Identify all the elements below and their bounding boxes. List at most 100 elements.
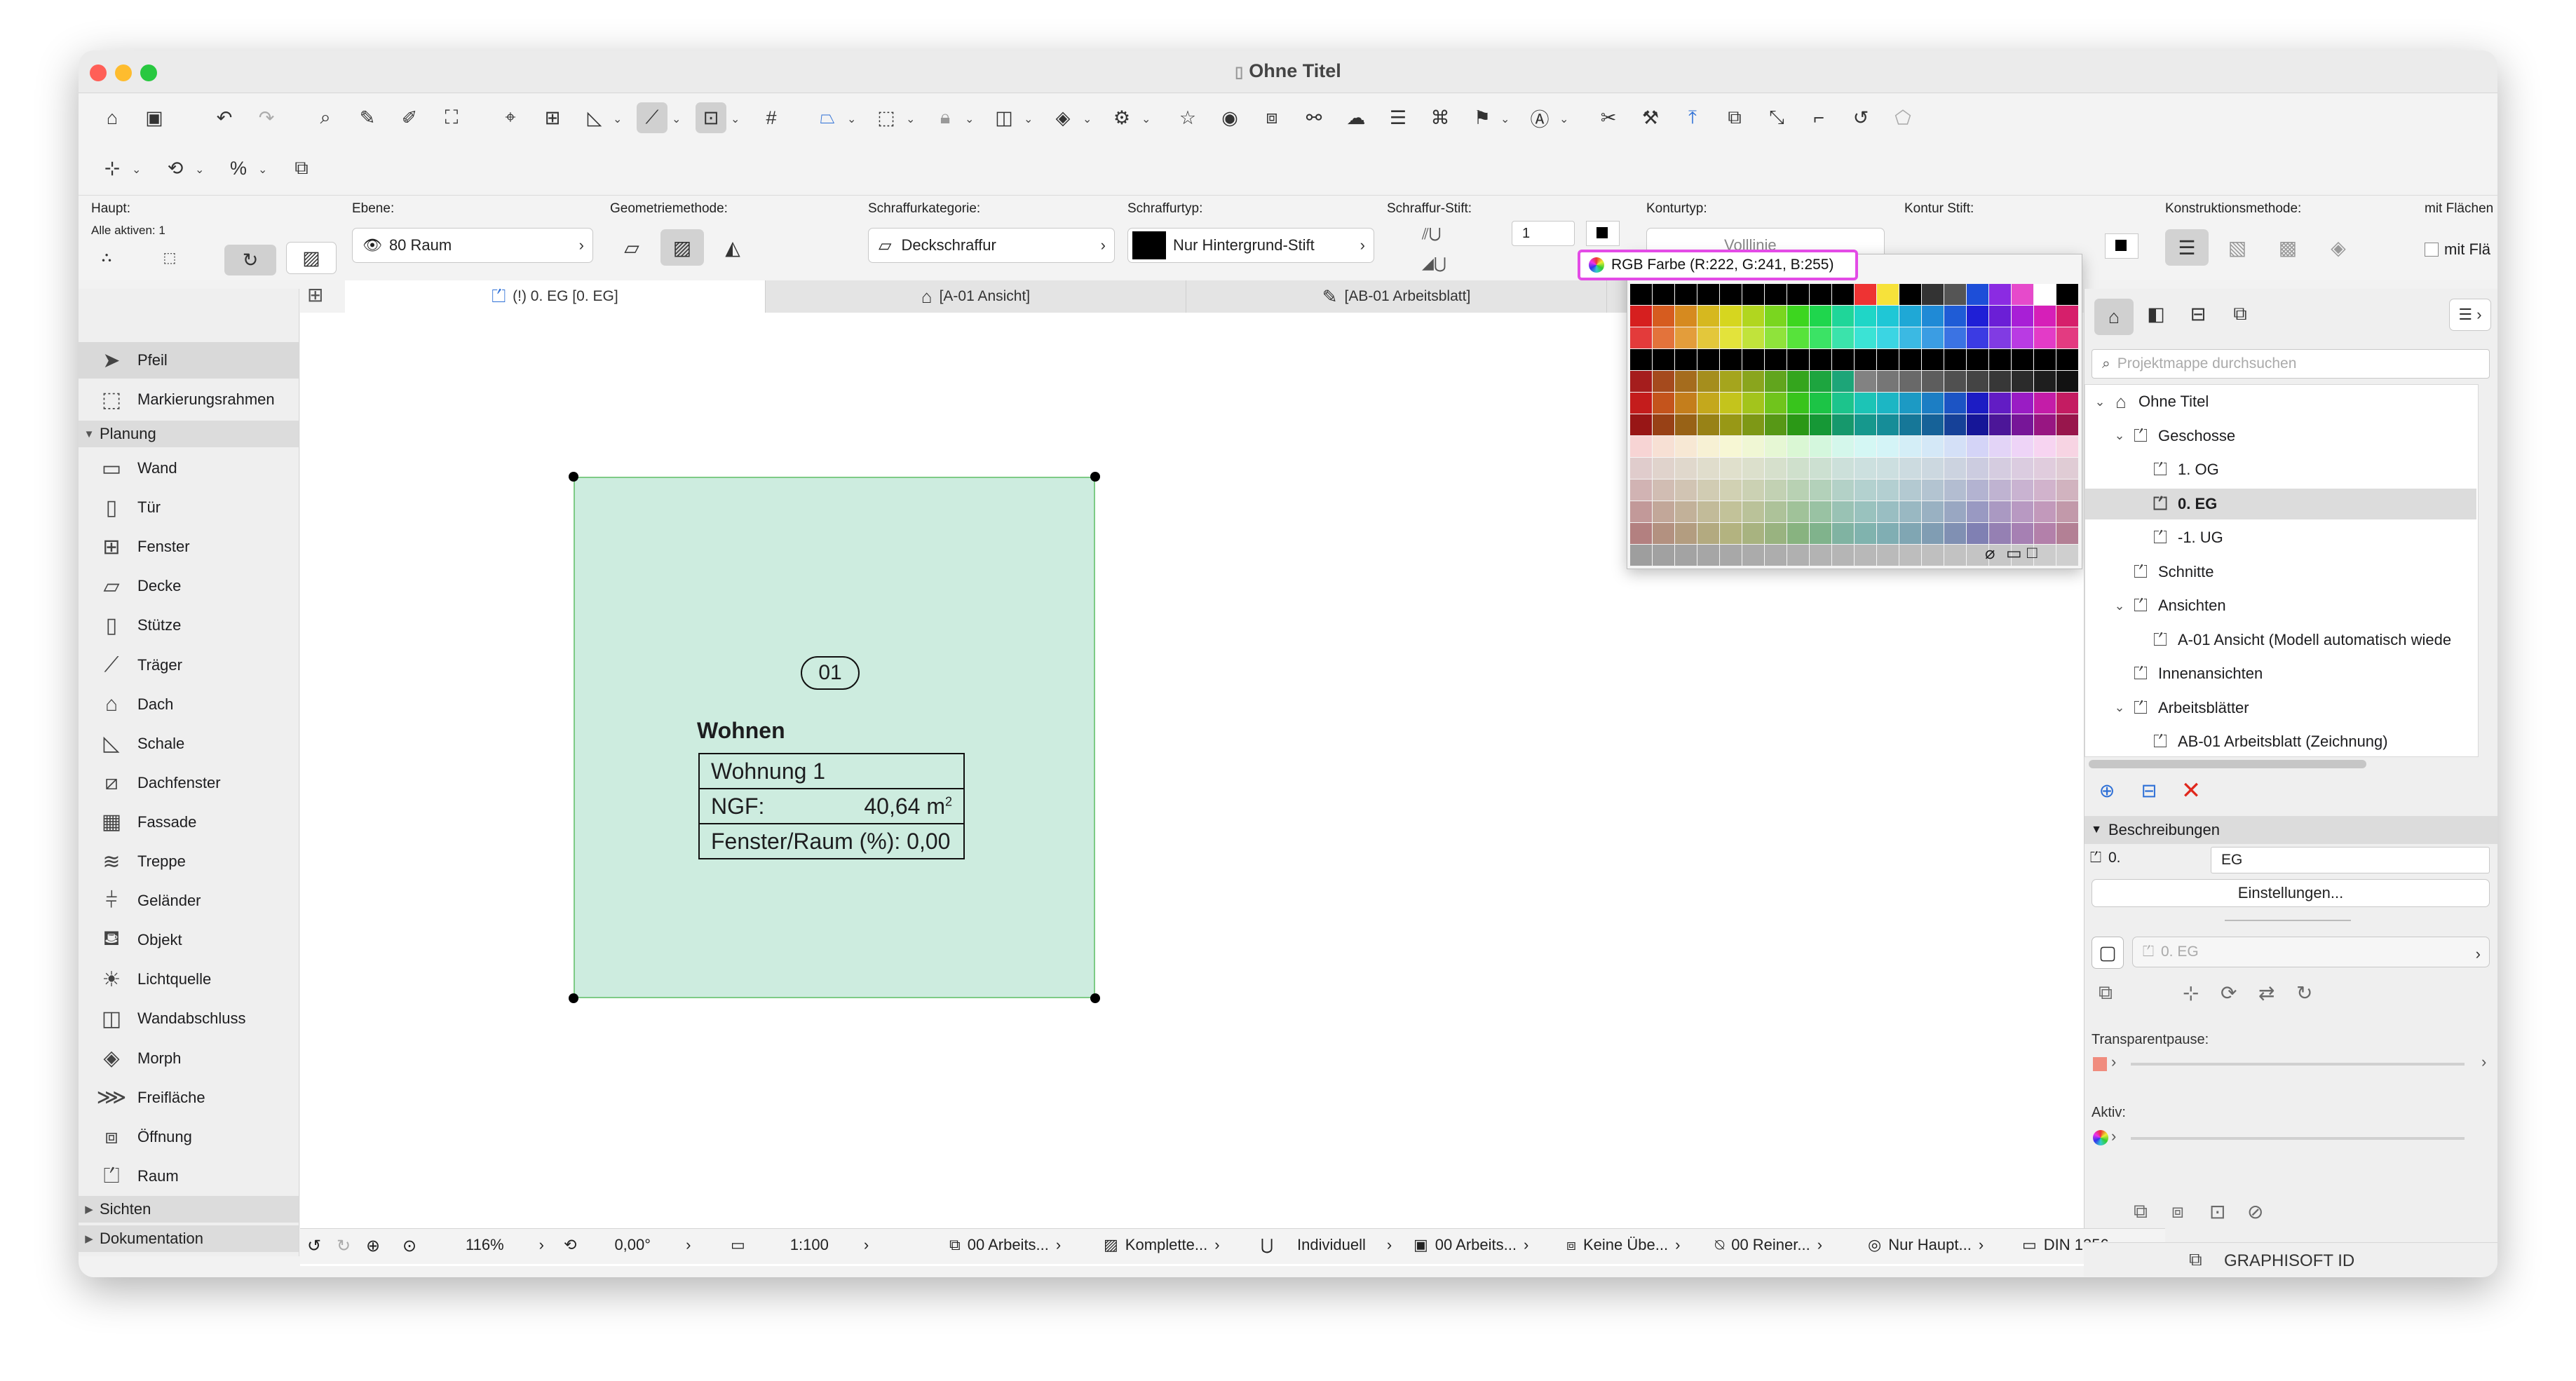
color-swatch[interactable] [1720, 545, 1742, 566]
angle-field[interactable]: ⟲ 0,00° › [564, 1236, 691, 1254]
color-swatch[interactable] [2012, 349, 2033, 370]
color-swatch[interactable] [1630, 393, 1652, 414]
color-swatch[interactable] [1922, 414, 1944, 435]
color-swatch[interactable] [1653, 523, 1674, 544]
color-swatch[interactable] [1989, 306, 2011, 327]
color-swatch[interactable] [1855, 436, 1876, 457]
color-swatch[interactable] [1653, 393, 1674, 414]
trace-slider[interactable] [2131, 1063, 2465, 1066]
inject-icon[interactable]: ✐ [394, 102, 425, 133]
tab-elevation[interactable]: ⌂ [A-01 Ansicht] [766, 280, 1186, 313]
color-swatch[interactable] [1855, 371, 1876, 392]
color-swatch[interactable] [1630, 436, 1652, 457]
color-swatch[interactable] [1810, 393, 1831, 414]
color-swatch[interactable] [1653, 458, 1674, 479]
redo-icon[interactable]: ↷ [251, 102, 282, 133]
color-swatch[interactable] [1720, 479, 1742, 501]
suspend-groups-icon[interactable]: ⬚ [871, 102, 902, 133]
color-swatch[interactable] [2056, 393, 2078, 414]
color-swatch[interactable] [1877, 327, 1899, 348]
color-swatch[interactable] [1989, 349, 2011, 370]
color-swatch[interactable] [2034, 458, 2056, 479]
show-elements-icon[interactable]: ⊹ [2183, 981, 2199, 1005]
color-swatch[interactable] [1630, 523, 1652, 544]
tree-scrollbar[interactable] [2089, 760, 2366, 768]
section-dokumentation[interactable]: ▶ Dokumentation [79, 1225, 299, 1252]
color-swatch[interactable] [1899, 284, 1921, 305]
color-swatch[interactable] [2056, 306, 2078, 327]
color-swatch[interactable] [1675, 393, 1697, 414]
color-swatch[interactable] [2034, 414, 2056, 435]
color-swatch[interactable] [1742, 545, 1764, 566]
tree-item[interactable]: ⏍ Schnitte [2085, 557, 2476, 587]
schedule-icon[interactable]: ☰ [1383, 102, 1414, 133]
color-swatch[interactable] [1765, 458, 1787, 479]
navigator-menu-icon[interactable]: ☰ › [2449, 299, 2491, 331]
color-swatch[interactable] [1855, 306, 1876, 327]
geometry-rectangle-icon[interactable]: ▨ [660, 229, 704, 266]
color-swatch[interactable] [1787, 458, 1809, 479]
active-color-icon[interactable] [2093, 1130, 2108, 1145]
chevron-down-icon[interactable]: ⌄ [195, 163, 204, 177]
trace-option-4-icon[interactable]: ⊘ [2247, 1200, 2263, 1223]
color-swatch[interactable] [1810, 436, 1831, 457]
color-swatch[interactable] [1922, 479, 1944, 501]
color-swatch[interactable] [1877, 501, 1899, 522]
percent-icon[interactable]: % [223, 153, 254, 184]
model-view-field[interactable]: ▣ 00 Arbeits... › [1414, 1236, 1528, 1254]
color-swatch[interactable] [1653, 545, 1674, 566]
color-swatch[interactable] [1720, 523, 1742, 544]
color-swatch[interactable] [1787, 393, 1809, 414]
color-swatch[interactable] [1967, 327, 1988, 348]
color-swatch[interactable] [1765, 327, 1787, 348]
chevron-right-icon[interactable]: › [2481, 1053, 2486, 1071]
chevron-down-icon[interactable]: ⌄ [258, 163, 267, 177]
tool-freifläche[interactable]: ⋙ Freifläche [79, 1080, 299, 1116]
chevron-down-icon[interactable]: ⌄ [672, 112, 681, 126]
color-swatch[interactable] [1877, 371, 1899, 392]
tool-dachfenster[interactable]: ⧄ Dachfenster [79, 765, 299, 801]
color-swatch[interactable] [1630, 349, 1652, 370]
color-swatch[interactable] [2012, 393, 2033, 414]
color-swatch[interactable] [1944, 545, 1966, 566]
color-swatch[interactable] [1630, 414, 1652, 435]
save-icon[interactable]: ▣ [139, 102, 170, 133]
color-swatch[interactable] [1832, 284, 1854, 305]
color-swatch[interactable] [1765, 349, 1787, 370]
chevron-down-icon[interactable]: ⌄ [1024, 112, 1033, 126]
tree-item[interactable]: ⏍ Innenansichten [2085, 658, 2476, 689]
color-swatch[interactable] [1967, 371, 1988, 392]
refresh-view-icon[interactable]: ↻ [2296, 981, 2312, 1005]
work-plane-icon[interactable]: ⏢ [812, 102, 843, 133]
color-swatch[interactable] [1944, 393, 1966, 414]
color-swatch[interactable] [1787, 414, 1809, 435]
color-swatch[interactable] [1765, 284, 1787, 305]
color-swatch[interactable] [1922, 371, 1944, 392]
color-swatch[interactable] [2012, 327, 2033, 348]
color-swatch[interactable] [2012, 436, 2033, 457]
color-swatch[interactable] [1742, 501, 1764, 522]
chevron-down-icon[interactable]: ⌄ [2110, 700, 2129, 715]
grid-icon[interactable]: # [756, 102, 787, 133]
color-swatch[interactable] [1697, 306, 1719, 327]
color-swatch[interactable] [1697, 327, 1719, 348]
color-swatch[interactable] [1810, 349, 1831, 370]
color-swatch[interactable] [2056, 414, 2078, 435]
selection-filter-icon[interactable]: ⬚ [154, 242, 185, 273]
beschreibungen-header[interactable]: ▼ Beschreibungen [2084, 816, 2497, 844]
color-swatch[interactable] [1720, 327, 1742, 348]
color-swatch[interactable] [1720, 306, 1742, 327]
tree-item[interactable]: ⏍ AB-01 Arbeitsblatt (Zeichnung) [2085, 726, 2476, 757]
color-swatch[interactable] [1742, 284, 1764, 305]
color-swatch[interactable] [1675, 414, 1697, 435]
color-swatch[interactable] [2012, 501, 2033, 522]
color-swatch[interactable] [1877, 458, 1899, 479]
color-swatch[interactable] [1877, 306, 1899, 327]
color-swatch[interactable] [1899, 479, 1921, 501]
color-swatch[interactable] [1989, 436, 2011, 457]
layers-icon[interactable]: ◫ [989, 102, 1019, 133]
color-swatch[interactable] [1720, 393, 1742, 414]
chevron-down-icon[interactable]: ⌄ [2091, 395, 2109, 409]
fill-pen-swatch[interactable] [1586, 221, 1620, 246]
color-swatch[interactable] [2056, 545, 2078, 566]
